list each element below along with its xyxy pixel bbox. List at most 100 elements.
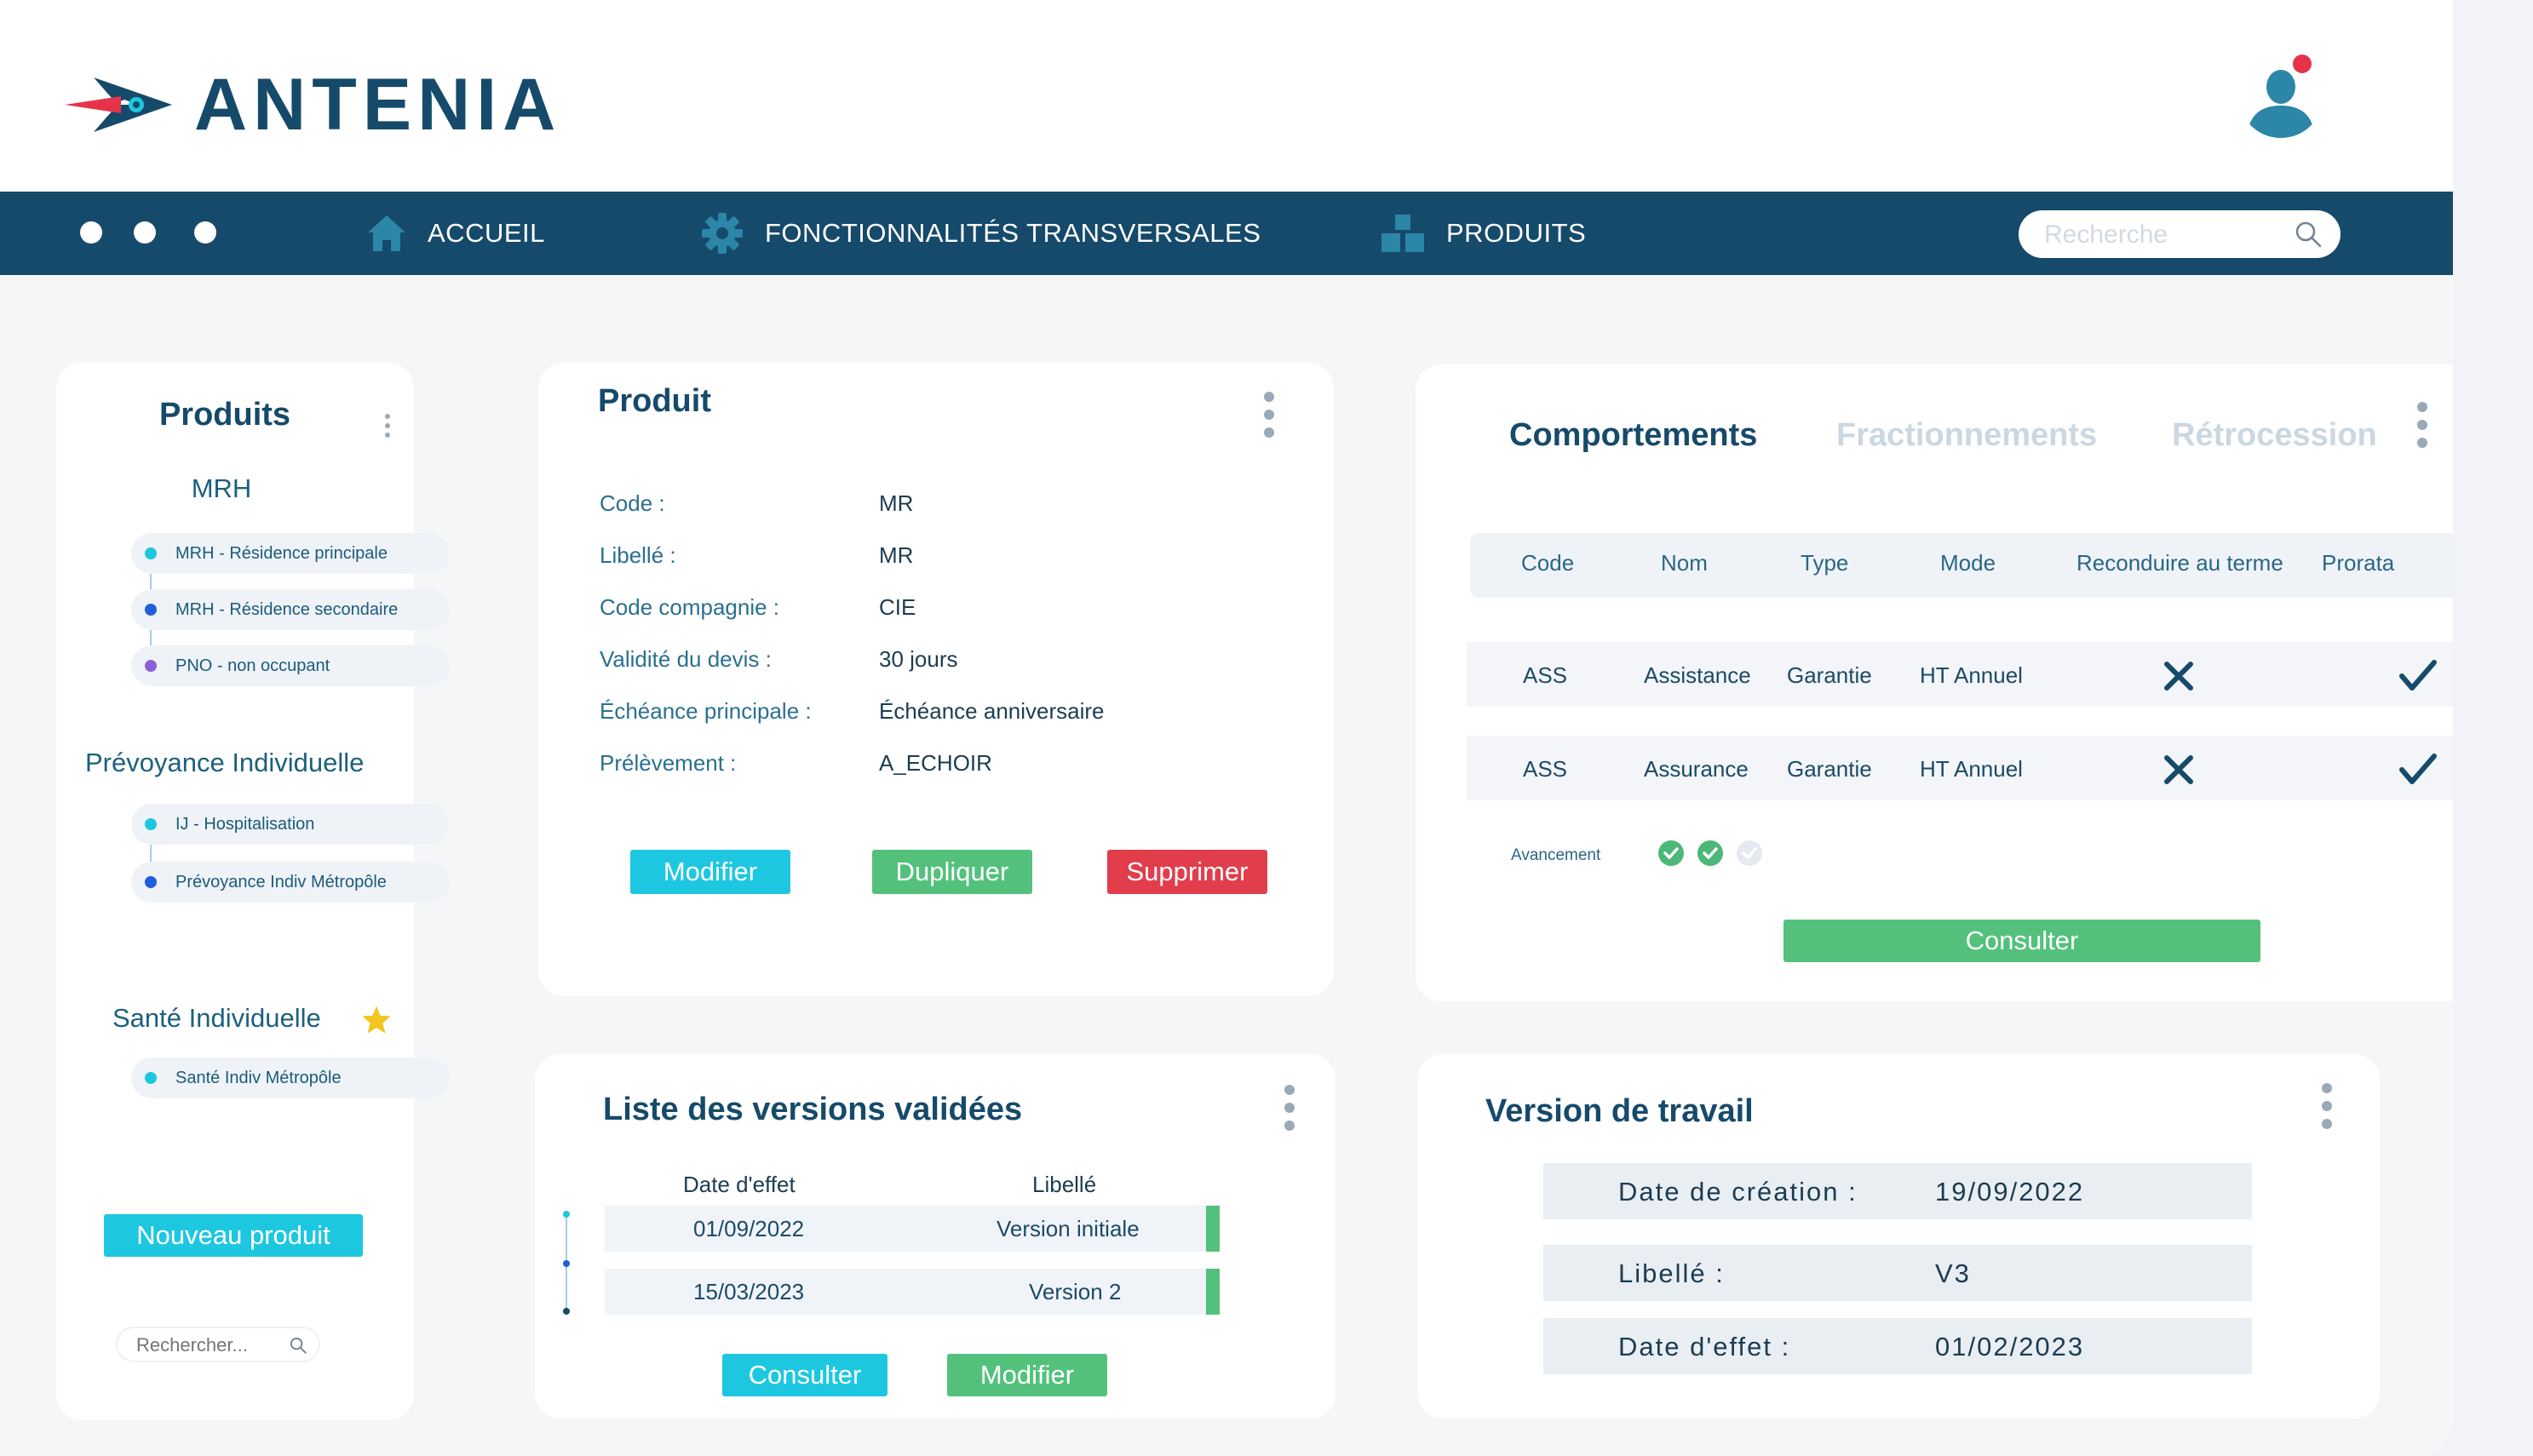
version-row[interactable]: 01/09/2022 Version initiale: [605, 1206, 1220, 1252]
group-title-mrh: MRH: [191, 473, 252, 503]
nav-fonctionnalites[interactable]: FONCTIONNALITÉS TRANSVERSALES: [702, 192, 1261, 275]
table-row[interactable]: ASS Assurance Garantie HT Annuel: [1467, 736, 2453, 800]
cell-type: Garantie: [1787, 756, 1872, 782]
cross-icon: [2164, 662, 2193, 691]
nav-produits[interactable]: PRODUITS: [1381, 192, 1586, 275]
nav-accueil-label: ACCUEIL: [428, 218, 545, 248]
versions-title: Liste des versions validées: [603, 1092, 1023, 1127]
global-search[interactable]: [2019, 210, 2341, 258]
progress-step-pending-icon: [1737, 840, 1762, 866]
working-version-menu-icon[interactable]: [2322, 1083, 2334, 1137]
tab-comportements[interactable]: Comportements: [1509, 417, 1757, 454]
sidebar-title: Produits: [158, 397, 291, 433]
cell-nom: Assurance: [1644, 756, 1749, 782]
notification-badge[interactable]: [2293, 54, 2312, 73]
new-product-button[interactable]: Nouveau produit: [104, 1214, 363, 1257]
field-label: Date de création :: [1618, 1177, 1858, 1207]
cell-code: ASS: [1523, 662, 1568, 688]
field-value: 01/02/2023: [1935, 1332, 2085, 1361]
field-value: CIE: [879, 594, 916, 620]
consult-version-button[interactable]: Consulter: [722, 1354, 887, 1396]
cell-nom: Assistance: [1644, 662, 1751, 688]
bullet: [145, 1072, 157, 1084]
working-field-effective-date: Date d'effet : 01/02/2023: [1543, 1318, 2252, 1374]
favorite-star-icon[interactable]: [361, 1005, 392, 1035]
sidebar-item-label: Santé Indiv Métropôle: [175, 1068, 342, 1087]
field-label: Validité du devis :: [600, 646, 772, 672]
global-search-input[interactable]: [2042, 217, 2293, 253]
sidebar-item-mrh-principale[interactable]: MRH - Résidence principale: [131, 533, 450, 574]
search-icon[interactable]: [290, 1337, 307, 1354]
group-title-sante: Santé Individuelle: [112, 1003, 321, 1033]
field-value: MR: [879, 490, 914, 516]
working-field-creation-date: Date de création : 19/09/2022: [1543, 1163, 2252, 1219]
cell-type: Garantie: [1787, 662, 1872, 688]
sidebar-menu-icon[interactable]: [385, 414, 397, 445]
nav-accueil[interactable]: ACCUEIL: [368, 192, 545, 275]
column-header: Libellé: [1032, 1172, 1097, 1197]
versions-menu-icon[interactable]: [1284, 1085, 1296, 1138]
bullet: [145, 547, 157, 559]
bullet: [145, 660, 157, 672]
working-field-label: Libellé : V3: [1543, 1245, 2252, 1301]
tab-fractionnements[interactable]: Fractionnements: [1836, 417, 2097, 454]
modify-product-button[interactable]: Modifier: [630, 850, 790, 894]
sidebar-item-prevoyance-metropole[interactable]: Prévoyance Indiv Métropôle: [131, 862, 450, 903]
sidebar-search[interactable]: [118, 1328, 319, 1361]
version-date: 15/03/2023: [693, 1279, 805, 1304]
consult-behaviors-button[interactable]: Consulter: [1783, 920, 2260, 962]
duplicate-product-button[interactable]: Dupliquer: [872, 850, 1032, 894]
progress-step-done-icon: [1658, 840, 1684, 866]
sidebar-item-ij-hospitalisation[interactable]: IJ - Hospitalisation: [131, 804, 450, 845]
field-value: A_ECHOIR: [879, 750, 992, 776]
brand-name: ANTENIA: [194, 64, 562, 146]
progress-label: Avancement: [1511, 846, 1601, 864]
header: ANTENIA: [0, 0, 2453, 192]
check-icon: [2399, 660, 2437, 691]
progress-step-done-icon: [1697, 840, 1723, 866]
modify-version-button[interactable]: Modifier: [947, 1354, 1107, 1396]
table-row[interactable]: ASS Assistance Garantie HT Annuel: [1467, 642, 2453, 707]
row-accent-bar: [1206, 1269, 1220, 1315]
column-header: Code: [1521, 550, 1575, 576]
comportements-menu-icon[interactable]: [2417, 402, 2429, 456]
field-label: Date d'effet :: [1618, 1332, 1791, 1361]
logo: ANTENIA: [65, 68, 561, 141]
row-accent-bar: [1206, 1206, 1220, 1252]
search-icon[interactable]: [2295, 221, 2322, 248]
column-header: Reconduire au terme: [2076, 550, 2283, 576]
field-label: Code compagnie :: [600, 594, 780, 620]
column-header: Mode: [1940, 550, 1996, 576]
gear-icon: [702, 213, 743, 254]
sidebar-item-sante-metropole[interactable]: Santé Indiv Métropôle: [131, 1058, 450, 1098]
field-label: Échéance principale :: [600, 698, 812, 724]
working-version-title: Version de travail: [1485, 1093, 1754, 1129]
sidebar-item-label: MRH - Résidence principale: [175, 543, 388, 563]
delete-product-button[interactable]: Supprimer: [1107, 850, 1267, 894]
tab-retrocession[interactable]: Rétrocession: [2172, 417, 2377, 454]
bullet: [145, 818, 157, 830]
sidebar-item-label: PNO - non occupant: [175, 656, 330, 675]
cross-icon: [2164, 755, 2193, 784]
field-value: MR: [879, 542, 914, 568]
field-label: Code :: [600, 490, 665, 516]
field-value: V3: [1935, 1258, 1971, 1288]
sidebar-search-input[interactable]: [135, 1333, 274, 1357]
version-label: Version initiale: [997, 1216, 1140, 1241]
version-row[interactable]: 15/03/2023 Version 2: [605, 1269, 1220, 1315]
version-date: 01/09/2022: [693, 1216, 805, 1241]
sidebar-item-label: IJ - Hospitalisation: [175, 814, 315, 834]
sidebar-item-pno[interactable]: PNO - non occupant: [131, 645, 450, 686]
produit-title: Produit: [598, 383, 711, 419]
produit-menu-icon[interactable]: [1264, 392, 1276, 445]
bullet: [145, 876, 157, 888]
produit-card: Produit Code : MR Libellé : MR Code comp…: [538, 363, 1334, 996]
timeline-dot: [563, 1308, 570, 1315]
field-value: 30 jours: [879, 646, 958, 672]
versions-card: Liste des versions validées Date d'effet…: [535, 1054, 1335, 1419]
group-title-prevoyance: Prévoyance Individuelle: [85, 748, 365, 777]
column-header: Nom: [1661, 550, 1708, 576]
sidebar-item-mrh-secondaire[interactable]: MRH - Résidence secondaire: [131, 589, 450, 630]
field-value: Échéance anniversaire: [879, 698, 1105, 724]
bullet: [145, 604, 157, 616]
